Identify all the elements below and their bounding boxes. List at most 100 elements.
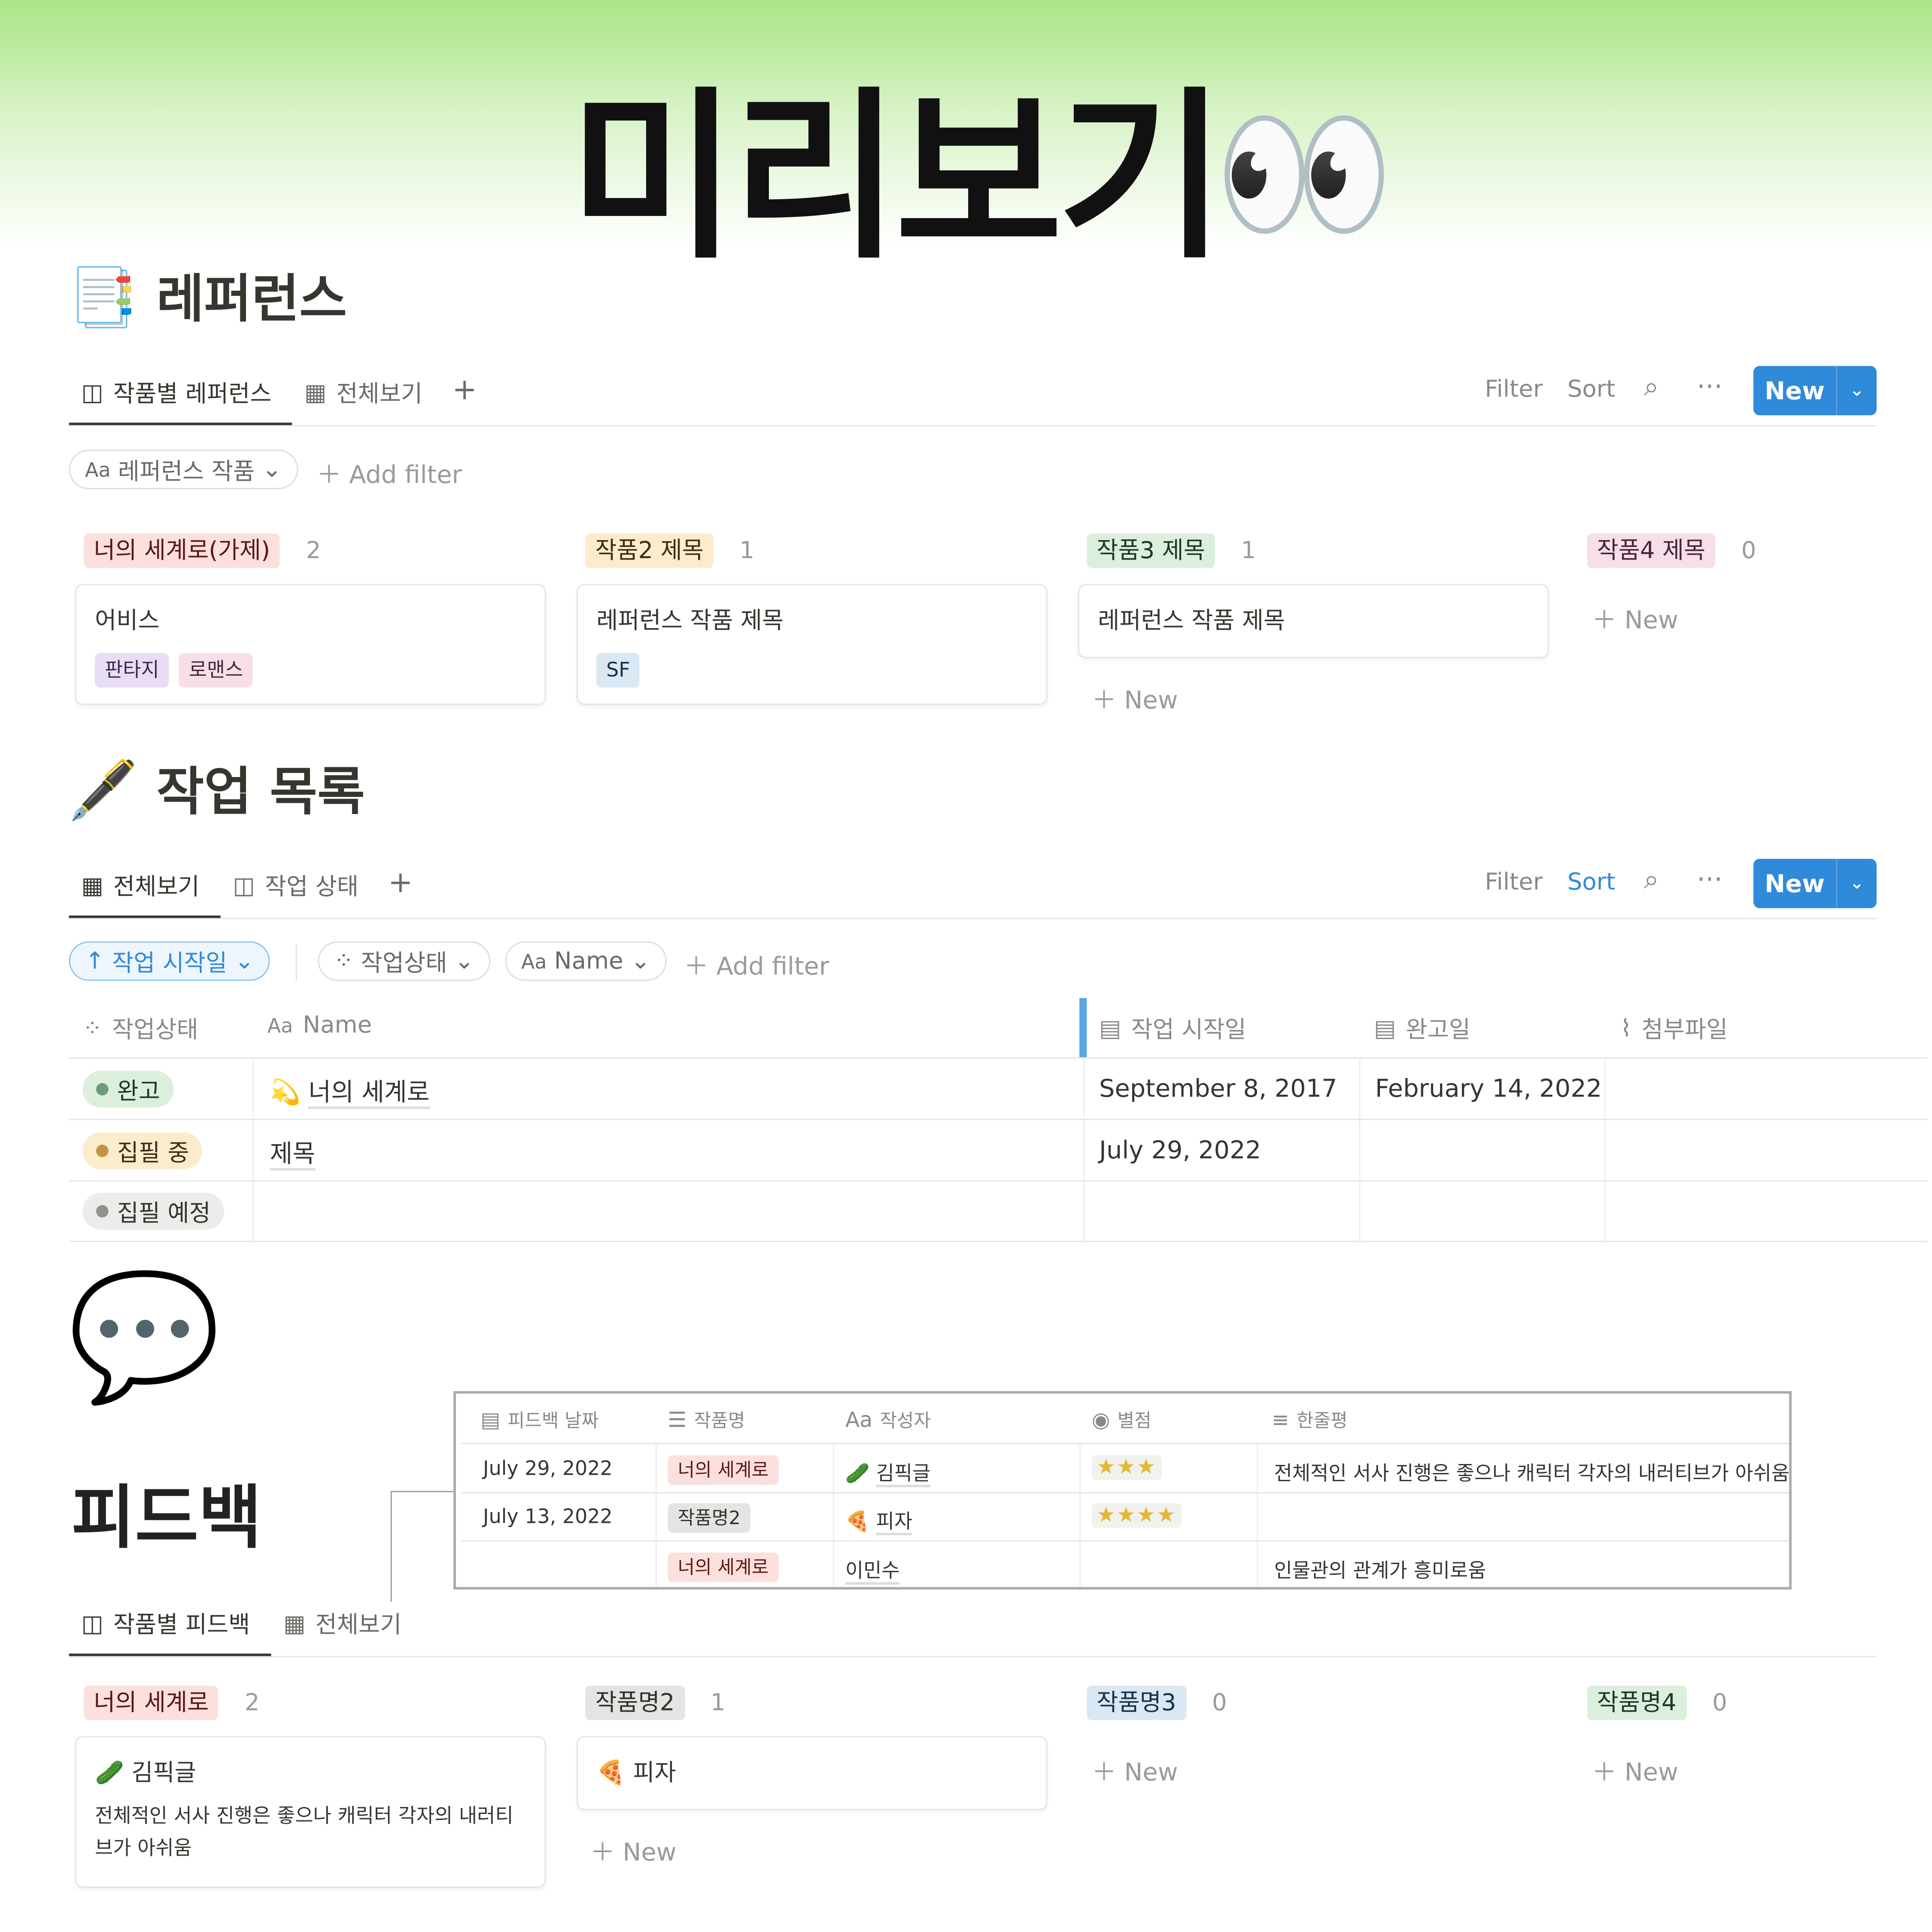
board-card[interactable]: 🥒 김픽글 전체적인 서사 진행은 좋으나 캐릭터 각자의 내러티브가 아쉬움 <box>76 1737 545 1886</box>
header-label: 첨부파일 <box>1641 1016 1728 1044</box>
search-icon[interactable]: ⌕ <box>1644 865 1659 896</box>
column-header-start-date[interactable]: ▤ 작업 시작일 <box>1099 1012 1246 1045</box>
add-view-button[interactable]: + <box>388 865 413 899</box>
status-label: 집필 중 <box>117 1139 189 1166</box>
rating-cell: ★★★★ <box>1091 1503 1182 1528</box>
row-divider <box>461 1492 1789 1494</box>
tab-tasks-status[interactable]: ◫ 작업 상태 <box>233 869 358 902</box>
status-badge[interactable]: 집필 예정 <box>82 1193 225 1230</box>
comment-cell: 인물관의 관계가 흥미로움 <box>1274 1558 1486 1583</box>
table-row-name[interactable]: 제목 <box>270 1133 316 1171</box>
more-options-icon[interactable]: ··· <box>1697 372 1722 403</box>
cucumber-icon: 🥒 <box>845 1461 870 1485</box>
chip-label: 작업상태 <box>361 949 447 977</box>
add-card-button[interactable]: ＋ New <box>1592 1752 1678 1788</box>
table-icon: ▦ <box>304 379 327 406</box>
status-badge[interactable]: 완고 <box>82 1071 174 1108</box>
group-count: 1 <box>710 1689 726 1716</box>
tab-feedback-all[interactable]: ▦ 전체보기 <box>283 1607 401 1640</box>
chevron-down-icon: ⌄ <box>234 948 255 975</box>
calendar-icon: ▤ <box>1099 1015 1121 1042</box>
tab-label: 작품별 피드백 <box>113 1611 250 1639</box>
search-icon[interactable]: ⌕ <box>1644 372 1659 403</box>
group-count: 2 <box>306 537 321 565</box>
done-date-cell[interactable]: February 14, 2022 <box>1375 1073 1602 1103</box>
work-cell: 너의 세계로 <box>668 1552 779 1583</box>
sort-button[interactable]: Sort <box>1567 376 1616 403</box>
comment-cell: 전체적인 서사 진행은 좋으나 캐릭터 각자의 내러티브가 아쉬움 <box>1274 1461 1790 1485</box>
header-label: 작품명 <box>694 1410 745 1432</box>
feedback-preview-table: ▤ 피드백 날짜 ☰ 작품명 Aa 작성자 ◉ 별점 ≡ 한줄평 July 29, 202… <box>453 1391 1792 1590</box>
card-title-text: 김픽글 <box>131 1759 196 1787</box>
board-card[interactable]: 어비스 판타지 로맨스 <box>76 585 545 704</box>
add-view-button[interactable]: + <box>452 372 477 407</box>
start-date-cell[interactable]: September 8, 2017 <box>1099 1073 1337 1103</box>
col-divider <box>833 1444 834 1587</box>
board-card[interactable]: 🍕 피자 <box>578 1737 1046 1809</box>
chevron-down-icon[interactable]: ⌄ <box>1837 366 1877 415</box>
tab-feedback-by-work[interactable]: ◫ 작품별 피드백 <box>81 1607 250 1640</box>
group-count: 0 <box>1741 537 1756 565</box>
group-tag: 작품명4 <box>1587 1686 1686 1720</box>
add-card-button[interactable]: ＋ New <box>590 1832 677 1868</box>
pizza-icon: 🍕 <box>596 1759 626 1787</box>
table-icon: ▦ <box>283 1610 306 1637</box>
board-card[interactable]: 레퍼런스 작품 제목 <box>1079 585 1548 657</box>
tab-reference-by-work[interactable]: ◫ 작품별 레퍼런스 <box>81 376 271 409</box>
column-header-date: ▤ 피드백 날짜 <box>480 1407 598 1433</box>
header-label: 작성자 <box>880 1410 931 1432</box>
new-label[interactable]: New <box>1753 859 1838 908</box>
card-title: 🥒 김픽글 <box>95 1755 526 1788</box>
add-card-button[interactable]: ＋ New <box>1092 1752 1178 1788</box>
row-title[interactable]: 제목 <box>270 1138 316 1171</box>
chevron-down-icon: ⌄ <box>262 456 282 483</box>
filter-chip-status[interactable]: ⁘ 작업상태 ⌄ <box>318 941 490 981</box>
filter-button[interactable]: Filter <box>1485 869 1543 896</box>
date-cell: July 29, 2022 <box>483 1456 613 1480</box>
status-badge[interactable]: 집필 중 <box>82 1132 203 1170</box>
filter-button[interactable]: Filter <box>1485 376 1543 403</box>
star-rating: ★★★ <box>1091 1455 1162 1480</box>
status-icon: ⁘ <box>82 1015 102 1042</box>
tab-reference-all[interactable]: ▦ 전체보기 <box>304 376 422 409</box>
sort-button[interactable]: Sort <box>1567 869 1616 896</box>
row-title[interactable]: 너의 세계로 <box>308 1077 430 1109</box>
genre-tag: 로맨스 <box>179 653 253 688</box>
work-cell: 너의 세계로 <box>668 1455 779 1485</box>
add-filter-button[interactable]: ＋ Add filter <box>317 455 462 490</box>
group-tag: 너의 세계로(가제) <box>84 533 280 568</box>
more-options-icon[interactable]: ··· <box>1697 865 1722 896</box>
table-row-name[interactable]: 💫 너의 세계로 <box>270 1072 430 1109</box>
tab-tasks-all[interactable]: ▦ 전체보기 <box>81 869 199 902</box>
column-header-attachments[interactable]: ⌇ 첨부파일 <box>1620 1012 1728 1045</box>
column-header-done-date[interactable]: ▤ 완고일 <box>1374 1012 1470 1045</box>
add-filter-button[interactable]: ＋ Add filter <box>684 946 829 982</box>
tasks-title: 작업 목록 <box>156 761 365 822</box>
chevron-down-icon[interactable]: ⌄ <box>1837 859 1877 908</box>
fountain-pen-icon: 🖋️ <box>67 756 139 823</box>
group-tag: 너의 세계로 <box>84 1686 219 1720</box>
add-card-button[interactable]: ＋ New <box>1592 600 1678 636</box>
genre-tag: SF <box>596 653 640 688</box>
filter-chip-reference-work[interactable]: Aa 레퍼런스 작품 ⌄ <box>69 450 298 489</box>
add-card-button[interactable]: ＋ New <box>1092 680 1178 716</box>
table-icon: ▦ <box>81 872 103 899</box>
new-button[interactable]: New ⌄ <box>1753 859 1877 908</box>
filter-chip-name[interactable]: Aa Name ⌄ <box>505 941 666 981</box>
board-card[interactable]: 레퍼런스 작품 제목 SF <box>578 585 1046 704</box>
select-icon: ◉ <box>1091 1407 1110 1433</box>
col-divider <box>1359 1058 1361 1241</box>
author-cell: 🍕 피자 <box>845 1504 913 1536</box>
start-date-cell[interactable]: July 29, 2022 <box>1099 1135 1261 1164</box>
sort-chip[interactable]: ↑ 작업 시작일 ⌄ <box>69 941 270 981</box>
header-label: 별점 <box>1117 1410 1151 1432</box>
column-header-status[interactable]: ⁘ 작업상태 <box>82 1012 198 1045</box>
column-header-name[interactable]: Aa Name <box>267 1012 372 1039</box>
board-column-header: 너의 세계로(가제) 2 <box>84 533 321 568</box>
text-property-icon: Aa <box>85 458 111 481</box>
column-resize-handle[interactable] <box>1079 998 1087 1057</box>
new-button[interactable]: New ⌄ <box>1753 366 1877 416</box>
new-label[interactable]: New <box>1753 366 1838 416</box>
chevron-down-icon: ⌄ <box>454 948 474 975</box>
card-title: 레퍼런스 작품 제목 <box>596 607 784 635</box>
